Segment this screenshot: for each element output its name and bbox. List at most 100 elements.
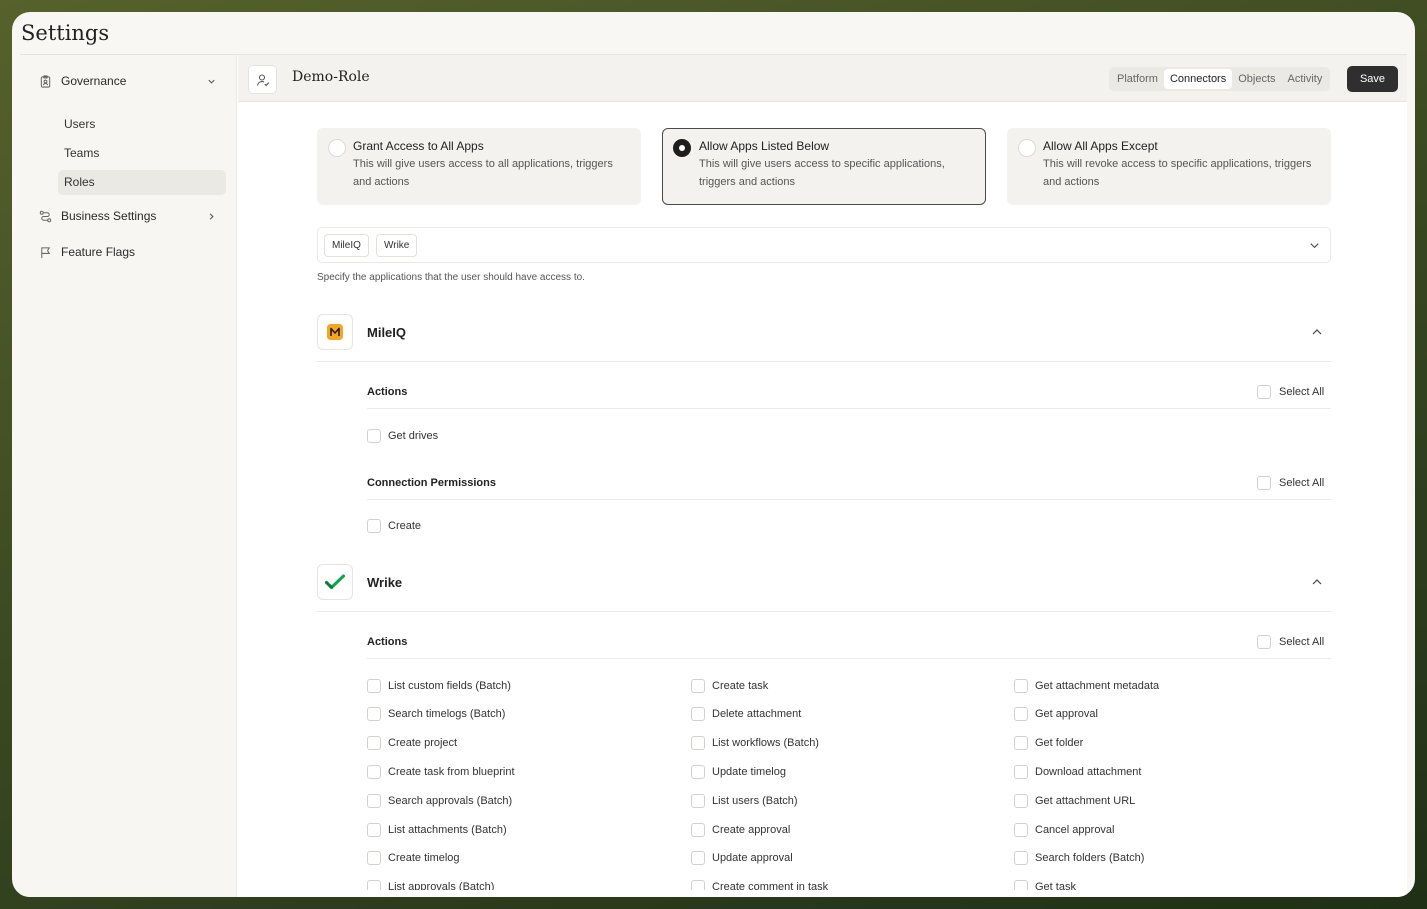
sidebar-item-users[interactable]: Users bbox=[58, 112, 226, 137]
radio-grant-all[interactable] bbox=[328, 139, 346, 157]
checkbox[interactable] bbox=[1014, 794, 1028, 808]
role-header: Demo-Role Platform Connectors Objects Ac… bbox=[238, 55, 1407, 102]
checkbox[interactable] bbox=[367, 823, 381, 837]
checkbox[interactable] bbox=[367, 429, 381, 443]
tab-activity[interactable]: Activity bbox=[1282, 69, 1329, 89]
select-all-wrike-actions[interactable]: Select All bbox=[1257, 634, 1324, 650]
permission-item[interactable]: List workflows (Batch) bbox=[691, 735, 819, 751]
app-title: Settings bbox=[21, 21, 110, 45]
permission-label: Create task bbox=[712, 680, 769, 692]
permission-label: List attachments (Batch) bbox=[388, 824, 507, 836]
permission-item[interactable]: Search approvals (Batch) bbox=[367, 793, 512, 809]
permission-get-drives[interactable]: Get drives bbox=[367, 428, 438, 444]
tab-objects[interactable]: Objects bbox=[1232, 69, 1281, 89]
app-select-helper: Specify the applications that the user s… bbox=[317, 272, 585, 283]
checkbox[interactable] bbox=[691, 794, 705, 808]
permission-label: Get attachment URL bbox=[1035, 795, 1136, 807]
permission-item[interactable]: Create task bbox=[691, 678, 768, 694]
checkbox[interactable] bbox=[367, 794, 381, 808]
checkbox[interactable] bbox=[691, 736, 705, 750]
permission-label: Download attachment bbox=[1035, 766, 1142, 778]
permission-item[interactable]: Download attachment bbox=[1014, 764, 1141, 780]
app-multiselect[interactable]: MileIQ Wrike bbox=[317, 227, 1331, 263]
checkbox[interactable] bbox=[367, 880, 381, 890]
checkbox[interactable] bbox=[1014, 736, 1028, 750]
option-allow-listed[interactable]: Allow Apps Listed Below This will give u… bbox=[662, 128, 986, 205]
option-desc: This will give users access to specific … bbox=[699, 158, 945, 188]
checkbox[interactable] bbox=[367, 519, 381, 533]
permission-item[interactable]: List attachments (Batch) bbox=[367, 822, 507, 838]
radio-allow-listed[interactable] bbox=[673, 139, 691, 157]
permission-item[interactable]: Search folders (Batch) bbox=[1014, 850, 1144, 866]
chevron-down-icon[interactable] bbox=[206, 76, 216, 86]
checkbox[interactable] bbox=[1014, 707, 1028, 721]
chip-wrike[interactable]: Wrike bbox=[376, 234, 418, 257]
chevron-up-icon[interactable] bbox=[1310, 325, 1324, 339]
permission-item[interactable]: Get approval bbox=[1014, 706, 1098, 722]
chip-mileiq[interactable]: MileIQ bbox=[324, 234, 369, 257]
chevron-up-icon[interactable] bbox=[1310, 575, 1324, 589]
checkbox[interactable] bbox=[1014, 679, 1028, 693]
sidebar-item-feature-flags[interactable]: Feature Flags bbox=[38, 240, 135, 264]
permission-item[interactable]: Create approval bbox=[691, 822, 790, 838]
checkbox[interactable] bbox=[367, 851, 381, 865]
scroll-area[interactable]: Grant Access to All Apps This will give … bbox=[238, 103, 1407, 890]
sidebar-item-teams[interactable]: Teams bbox=[58, 141, 226, 166]
checkbox[interactable] bbox=[691, 679, 705, 693]
permission-item[interactable]: Search timelogs (Batch) bbox=[367, 706, 505, 722]
connectors-panel: Grant Access to All Apps This will give … bbox=[238, 103, 1407, 897]
permission-item[interactable]: List users (Batch) bbox=[691, 793, 798, 809]
permission-item[interactable]: List custom fields (Batch) bbox=[367, 678, 511, 694]
checkbox[interactable] bbox=[691, 765, 705, 779]
select-all-label: Select All bbox=[1279, 386, 1325, 398]
sidebar-item-business-settings[interactable]: Business Settings bbox=[38, 204, 228, 228]
select-all-mileiq-actions[interactable]: Select All bbox=[1257, 384, 1324, 400]
checkbox[interactable] bbox=[691, 880, 705, 890]
checkbox[interactable] bbox=[1014, 880, 1028, 890]
checkbox[interactable] bbox=[1257, 385, 1271, 399]
permission-item[interactable]: Cancel approval bbox=[1014, 822, 1115, 838]
checkbox[interactable] bbox=[691, 707, 705, 721]
checkbox[interactable] bbox=[691, 823, 705, 837]
checkbox[interactable] bbox=[1257, 635, 1271, 649]
permission-item[interactable]: Create comment in task bbox=[691, 879, 828, 890]
permission-label: Get drives bbox=[388, 430, 439, 442]
chevron-down-icon[interactable] bbox=[1308, 239, 1322, 253]
option-allow-except[interactable]: Allow All Apps Except This will revoke a… bbox=[1007, 128, 1331, 205]
chevron-right-icon[interactable] bbox=[206, 211, 216, 221]
permission-item[interactable]: Get attachment URL bbox=[1014, 793, 1135, 809]
radio-allow-except[interactable] bbox=[1018, 139, 1036, 157]
permission-item[interactable]: Update timelog bbox=[691, 764, 786, 780]
permission-item[interactable]: Create task from blueprint bbox=[367, 764, 515, 780]
option-grant-all[interactable]: Grant Access to All Apps This will give … bbox=[317, 128, 641, 205]
save-button[interactable]: Save bbox=[1347, 66, 1398, 92]
permission-label: Search folders (Batch) bbox=[1035, 852, 1145, 864]
sidebar-item-roles[interactable]: Roles bbox=[58, 170, 226, 195]
checkbox[interactable] bbox=[367, 736, 381, 750]
settings-shell: Governance Users Teams Roles Business Se… bbox=[20, 54, 1407, 897]
select-all-mileiq-connection[interactable]: Select All bbox=[1257, 475, 1324, 491]
permission-item[interactable]: List approvals (Batch) bbox=[367, 879, 494, 890]
checkbox[interactable] bbox=[367, 765, 381, 779]
sidebar-item-governance[interactable]: Governance bbox=[38, 69, 228, 93]
permission-label: Search timelogs (Batch) bbox=[388, 708, 506, 720]
permission-create[interactable]: Create bbox=[367, 518, 421, 534]
checkbox[interactable] bbox=[691, 851, 705, 865]
permission-item[interactable]: Create project bbox=[367, 735, 457, 751]
permission-label: Update timelog bbox=[712, 766, 786, 778]
permission-item[interactable]: Get folder bbox=[1014, 735, 1083, 751]
permission-label: Create timelog bbox=[388, 852, 460, 864]
permission-item[interactable]: Delete attachment bbox=[691, 706, 801, 722]
checkbox[interactable] bbox=[1014, 765, 1028, 779]
tab-platform[interactable]: Platform bbox=[1111, 69, 1164, 89]
permission-item[interactable]: Create timelog bbox=[367, 850, 460, 866]
checkbox[interactable] bbox=[1014, 851, 1028, 865]
permission-item[interactable]: Get attachment metadata bbox=[1014, 678, 1159, 694]
checkbox[interactable] bbox=[1014, 823, 1028, 837]
permission-item[interactable]: Update approval bbox=[691, 850, 793, 866]
tab-connectors[interactable]: Connectors bbox=[1163, 69, 1233, 89]
permission-item[interactable]: Get task bbox=[1014, 879, 1076, 890]
checkbox[interactable] bbox=[367, 707, 381, 721]
checkbox[interactable] bbox=[1257, 476, 1271, 490]
checkbox[interactable] bbox=[367, 679, 381, 693]
